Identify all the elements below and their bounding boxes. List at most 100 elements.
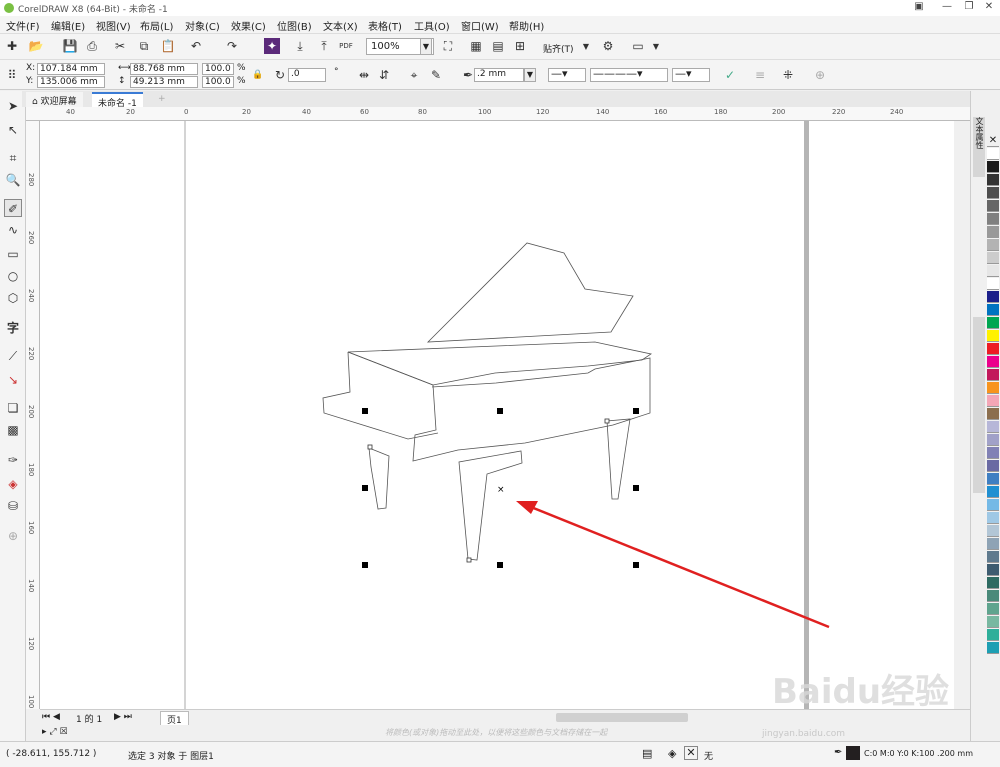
vertical-ruler[interactable]: 28026024022020018016014012010080 (26, 121, 40, 762)
start-arrowhead-select[interactable]: —▾ (548, 68, 586, 82)
interactive-fill-icon[interactable]: ◈ (4, 475, 22, 493)
palette-swatch[interactable] (987, 239, 999, 251)
palette-swatch[interactable] (987, 642, 999, 654)
zoom-tool-icon[interactable]: 🔍 (4, 171, 22, 189)
palette-swatch[interactable] (987, 213, 999, 225)
palette-swatch[interactable] (987, 291, 999, 303)
add-property-icon[interactable]: ⊕ (812, 67, 828, 83)
palette-swatch[interactable] (987, 512, 999, 524)
drop-shadow-icon[interactable]: ❏ (4, 399, 22, 417)
menu-effects[interactable]: 效果(C) (231, 18, 266, 33)
palette-swatch[interactable] (987, 356, 999, 368)
menu-help[interactable]: 帮助(H) (509, 18, 544, 33)
open-folder-icon[interactable]: 📂 (28, 38, 44, 54)
palette-arrow-icon[interactable]: ▸ ⤢ ☒ (42, 727, 68, 737)
drawing-canvas[interactable]: × Baidu经验 (40, 121, 954, 709)
menu-layout[interactable]: 布局(L) (140, 18, 173, 33)
snap-to-menu[interactable]: 贴齐(T) (543, 42, 574, 55)
palette-swatch[interactable] (987, 343, 999, 355)
palette-swatch[interactable] (987, 629, 999, 641)
undo-icon[interactable]: ↶ (188, 38, 204, 54)
options-gear-icon[interactable]: ⚙ (600, 38, 616, 54)
import-icon[interactable]: ⤓ (292, 38, 308, 54)
palette-swatch[interactable] (987, 486, 999, 498)
page-next-icon[interactable]: ▶ ⏭ (114, 712, 132, 722)
palette-swatch[interactable] (987, 278, 999, 290)
menu-tools[interactable]: 工具(O) (414, 18, 450, 33)
pick-tool-icon[interactable]: ➤ (4, 97, 22, 115)
palette-swatch[interactable] (987, 330, 999, 342)
text-tool-icon[interactable]: 字 (4, 319, 22, 337)
rectangle-tool-icon[interactable]: ▭ (4, 245, 22, 263)
palette-swatch[interactable] (987, 447, 999, 459)
object-origin-icon[interactable]: ⠿ (4, 67, 20, 83)
freehand-tool-icon[interactable]: ✐ (4, 199, 22, 217)
width-field[interactable]: 88.768 mm (130, 63, 198, 75)
docker-tab-text-properties[interactable]: 文本属性 (973, 117, 985, 177)
menu-table[interactable]: 表格(T) (368, 18, 402, 33)
cut-icon[interactable]: ✂ (112, 38, 128, 54)
palette-swatch[interactable] (987, 200, 999, 212)
canvas-drawing[interactable]: × Baidu经验 (40, 121, 954, 709)
shape-edit-icon[interactable]: ✎ (428, 67, 444, 83)
paste-icon[interactable]: 📋 (160, 38, 176, 54)
palette-swatch[interactable] (987, 499, 999, 511)
crop-tool-icon[interactable]: ⌗ (4, 149, 22, 167)
palette-swatch[interactable] (987, 252, 999, 264)
redo-icon[interactable]: ↷ (224, 38, 240, 54)
menu-file[interactable]: 文件(F) (6, 18, 40, 33)
scale-x-field[interactable]: 100.0 (202, 63, 234, 75)
launcher-dropdown-icon[interactable]: ▼ (648, 38, 664, 54)
close-curve-icon[interactable]: ✓ (722, 67, 738, 83)
palette-swatch[interactable] (987, 616, 999, 628)
menu-bitmaps[interactable]: 位图(B) (277, 18, 312, 33)
palette-swatch[interactable] (987, 408, 999, 420)
print-icon[interactable]: ⎙ (84, 38, 100, 54)
zoom-dropdown-icon[interactable]: ▼ (420, 38, 432, 55)
line-style-select[interactable]: ————▾ (590, 68, 668, 82)
smart-fill-icon[interactable]: ⛁ (4, 497, 22, 515)
end-arrowhead-select[interactable]: —▾ (672, 68, 710, 82)
close-button[interactable]: ✕ (980, 1, 998, 15)
connector-tool-icon[interactable]: ↘ (4, 371, 22, 389)
menu-text[interactable]: 文本(X) (323, 18, 358, 33)
ellipse-tool-icon[interactable]: ○ (4, 267, 22, 285)
palette-swatch[interactable] (987, 187, 999, 199)
user-icon[interactable]: ▣ (910, 1, 928, 15)
palette-swatch[interactable] (987, 265, 999, 277)
no-color-swatch-icon[interactable]: ✕ (987, 135, 999, 147)
outline-width-field[interactable]: .2 mm (474, 68, 524, 82)
full-screen-icon[interactable]: ⛶ (440, 38, 456, 54)
palette-swatch[interactable] (987, 161, 999, 173)
palette-swatch[interactable] (987, 460, 999, 472)
no-fill-swatch-icon[interactable]: ✕ (684, 746, 698, 760)
palette-swatch[interactable] (987, 369, 999, 381)
show-guidelines-icon[interactable]: ⊞ (512, 38, 528, 54)
eyedropper-icon[interactable]: ✑ (4, 451, 22, 469)
artistic-media-icon[interactable]: ∿ (4, 221, 22, 239)
palette-swatch[interactable] (987, 538, 999, 550)
palette-swatch[interactable] (987, 148, 999, 160)
palette-swatch[interactable] (987, 421, 999, 433)
parallel-dimension-icon[interactable]: ⟋ (4, 347, 22, 365)
palette-swatch[interactable] (987, 603, 999, 615)
palette-swatch[interactable] (987, 577, 999, 589)
snap-dropdown-icon[interactable]: ▼ (578, 38, 594, 54)
rotation-angle-field[interactable]: .0 (288, 68, 326, 82)
menu-window[interactable]: 窗口(W) (461, 18, 499, 33)
restore-button[interactable]: ❐ (960, 1, 978, 15)
mirror-horizontal-icon[interactable]: ⇹ (356, 67, 372, 83)
save-icon[interactable]: 💾 (62, 38, 78, 54)
menu-edit[interactable]: 编辑(E) (51, 18, 85, 33)
palette-swatch[interactable] (987, 226, 999, 238)
shape-node-icon[interactable]: ⌖ (406, 67, 422, 83)
palette-swatch[interactable] (987, 525, 999, 537)
palette-swatch[interactable] (987, 551, 999, 563)
menu-view[interactable]: 视图(V) (96, 18, 131, 33)
add-tool-icon[interactable]: ⊕ (4, 527, 22, 545)
palette-swatch[interactable] (987, 174, 999, 186)
object-grid-icon[interactable]: ⁜ (780, 67, 796, 83)
new-document-icon[interactable]: ✚ (4, 38, 20, 54)
text-wrap-icon[interactable]: ≡ (752, 67, 768, 83)
search-content-icon[interactable]: ✦ (264, 38, 280, 54)
